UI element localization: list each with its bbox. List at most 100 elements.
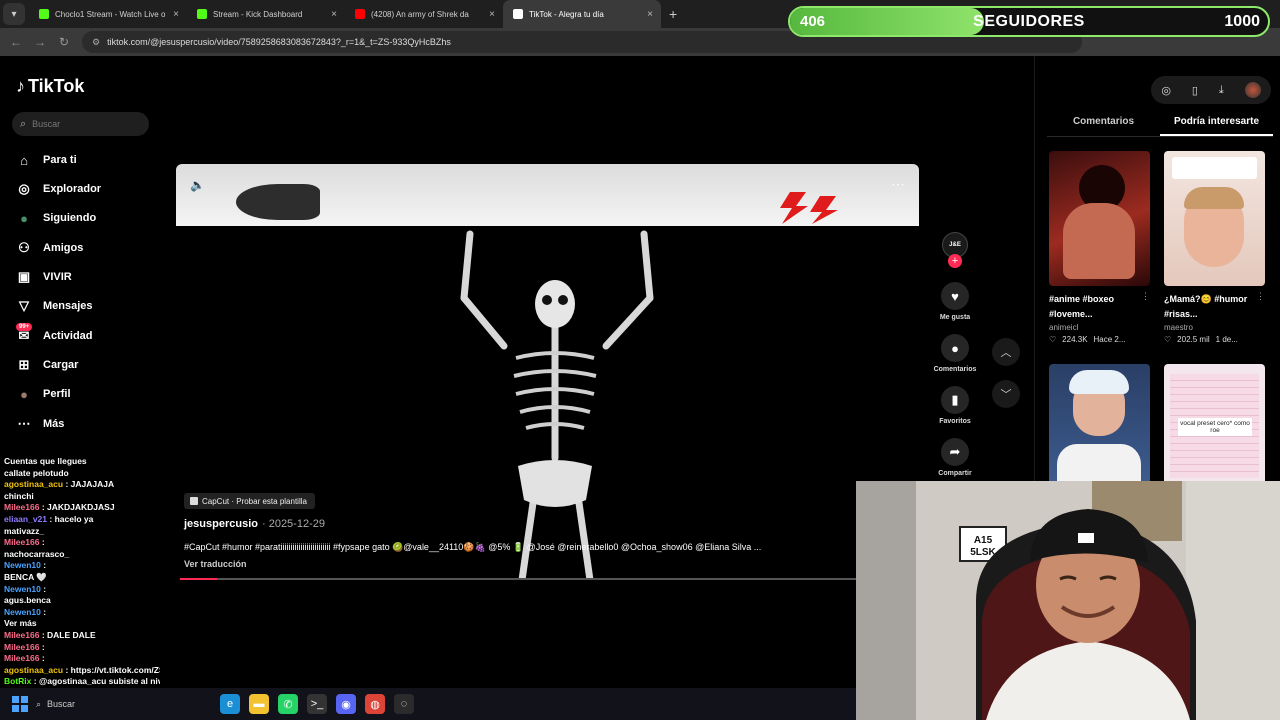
video-thumbnail[interactable] (1164, 151, 1265, 286)
video-card[interactable]: ¿Mamá?😊 #humor #risas... maestro ♡ 202.5… (1164, 151, 1265, 344)
site-info-icon[interactable]: ⚙ (92, 37, 100, 48)
chat-text: mativazz_ (4, 525, 45, 536)
card-more-icon[interactable]: ⋮ (1256, 291, 1265, 302)
search-box[interactable]: ⌕ (12, 112, 149, 136)
video-card[interactable] (1049, 364, 1150, 486)
video-thumbnail[interactable] (1049, 364, 1150, 486)
tiktok-note-icon: ♪ (16, 76, 25, 96)
action-label: Favoritos (939, 418, 971, 425)
chat-text: : JAJAJAJA (65, 479, 115, 490)
card-more-icon[interactable]: ⋮ (1141, 291, 1150, 302)
close-tab-icon[interactable]: × (173, 9, 179, 20)
tab-podria-interesarte[interactable]: Podría interesarte (1160, 114, 1273, 136)
follower-goal-target: 1000 (1224, 13, 1260, 30)
tiktok-logo[interactable]: ♪ TikTok (16, 76, 84, 97)
lightning-graphic (780, 192, 838, 224)
tab-search-button[interactable]: ▾ (3, 3, 25, 25)
search-input[interactable] (32, 119, 133, 129)
whatsapp-icon[interactable]: ✆ (278, 694, 298, 714)
search-icon: ⌕ (20, 117, 27, 130)
edge-icon[interactable]: e (220, 694, 240, 714)
compass-icon: ◎ (18, 181, 30, 196)
browser-tab[interactable]: Stream - Kick Dashboard × (187, 0, 345, 28)
download-icon[interactable]: ⤓ (1219, 84, 1224, 97)
heart-icon[interactable]: ♥ (941, 282, 969, 310)
nav-item-vivir[interactable]: ▣ VIVIR (16, 265, 72, 289)
device-icon[interactable]: ▯ (1192, 84, 1198, 97)
chrome-icon[interactable]: ◍ (365, 694, 385, 714)
card-author: animeicl (1049, 323, 1079, 332)
nav-item-mensajes[interactable]: ▽ Mensajes (16, 294, 93, 318)
browser-tab[interactable]: (4208) An army of Shrek da × (345, 0, 503, 28)
coins-icon[interactable]: ◎ (1161, 84, 1171, 97)
bookmark-icon[interactable]: ▮ (941, 386, 969, 414)
chat-message: Newen10 : (4, 584, 46, 594)
browser-tab[interactable]: Choclo1 Stream - Watch Live o × (29, 0, 187, 28)
previous-video-icon[interactable]: ︿ (992, 338, 1020, 366)
nav-item-perfil[interactable]: ● Perfil (16, 382, 71, 406)
search-icon: ⌕ (36, 698, 42, 709)
video-top-banner: 🔈 ⋯ (176, 164, 919, 226)
nav-item-explorador[interactable]: ◎ Explorador (16, 177, 101, 201)
video-progress-bar[interactable] (180, 578, 856, 580)
more-options-icon[interactable]: ⋯ (891, 176, 905, 193)
video-card[interactable]: vocal preset cero* como roe (1164, 364, 1265, 486)
follower-goal-bar: 406 SEGUIDORES 1000 (788, 6, 1270, 37)
video-thumbnail[interactable] (1049, 151, 1150, 286)
chat-message: nachocarrasco_ (4, 549, 69, 559)
terminal-icon[interactable]: >_ (307, 694, 327, 714)
chat-text: : (43, 583, 47, 594)
nav-label: Amigos (43, 242, 84, 254)
nav-item-amigos[interactable]: ⚇ Amigos (16, 236, 83, 260)
back-icon[interactable]: ← (4, 35, 28, 49)
action-compartir[interactable]: ➦ Compartir (928, 438, 982, 477)
chat-text: : DALE DALE (41, 630, 96, 640)
share-icon[interactable]: ➦ (941, 438, 969, 466)
nav-item-para-ti[interactable]: ⌂ Para ti (16, 148, 77, 172)
file-explorer-icon[interactable]: ▬ (249, 694, 269, 714)
action-comentarios[interactable]: ● Comentarios (928, 334, 982, 373)
chat-message: Milee166 : JAKDJAKDJASJ (4, 502, 115, 512)
windows-start-icon[interactable] (12, 696, 28, 712)
capcut-template-tag[interactable]: CapCut · Probar esta plantilla (184, 493, 315, 509)
chat-message: callate pelotudo (4, 468, 69, 478)
tab-comentarios[interactable]: Comentarios (1047, 114, 1160, 136)
action-me-gusta[interactable]: ♥ Me gusta (928, 282, 982, 321)
mute-icon[interactable]: 🔈 (190, 178, 205, 192)
discord-icon[interactable]: ◉ (336, 694, 356, 714)
nav-label: Más (43, 418, 65, 430)
video-author[interactable]: jesuspercusio · 2025-12-29 (184, 518, 325, 530)
user-avatar[interactable] (1244, 82, 1261, 98)
card-time: 1 de... (1215, 335, 1238, 344)
action-favoritos[interactable]: ▮ Favoritos (928, 386, 982, 425)
live-icon: ▣ (17, 269, 31, 284)
taskbar-search[interactable]: ⌕ Buscar (36, 699, 75, 710)
obs-icon[interactable]: ◌ (394, 694, 414, 714)
see-translation-link[interactable]: Ver traducción (184, 559, 247, 569)
close-tab-icon[interactable]: × (647, 9, 653, 20)
nav-item-más[interactable]: ⋯ Más (16, 412, 65, 436)
chat-message: BotRix : @agostinaa_acu subiste al nivel… (4, 676, 160, 686)
browser-tab[interactable]: TikTok - Alegra tu día × (503, 0, 661, 28)
close-tab-icon[interactable]: × (489, 9, 495, 20)
next-video-icon[interactable]: ﹀ (992, 380, 1020, 408)
nav-item-cargar[interactable]: ⊞ Cargar (16, 353, 79, 377)
comment-icon[interactable]: ● (941, 334, 969, 362)
chat-message: Cuentas que llegues (4, 456, 87, 466)
video-card[interactable]: #anime #boxeo #loveme... animeicl ♡ 224.… (1049, 151, 1150, 344)
new-tab-button[interactable]: + (669, 6, 677, 22)
tiktok-sidebar: ♪ TikTok ⌕ ⌂ Para ti ◎ Explorador ● Siguiendo… (0, 56, 160, 446)
nav-item-actividad[interactable]: ✉ 99+ Actividad (16, 323, 93, 348)
action-label: Compartir (938, 470, 972, 477)
reload-icon[interactable]: ↻ (52, 35, 76, 49)
nav-label: Perfil (43, 388, 71, 400)
follow-plus-icon[interactable]: + (948, 254, 962, 268)
nav-item-siguiendo[interactable]: ● Siguiendo (16, 206, 96, 230)
tab-favicon-icon (39, 9, 49, 19)
chat-username: Milee166 (4, 630, 40, 640)
forward-icon[interactable]: → (28, 35, 52, 49)
close-tab-icon[interactable]: × (331, 9, 337, 20)
tabs-divider (1047, 136, 1273, 137)
chat-message: agostinaa_acu : JAJAJAJA (4, 479, 114, 489)
video-thumbnail[interactable]: vocal preset cero* como roe (1164, 364, 1265, 486)
